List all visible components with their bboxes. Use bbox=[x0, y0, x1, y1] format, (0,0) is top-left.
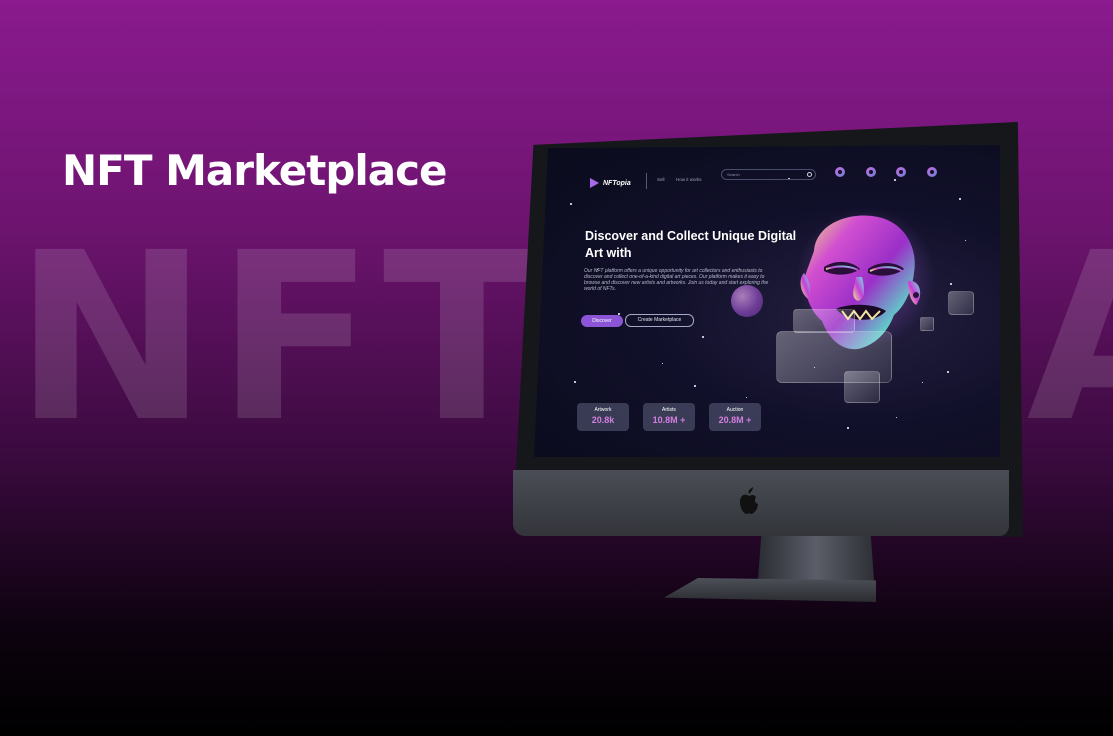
star bbox=[947, 371, 949, 373]
wallet-icon[interactable] bbox=[835, 167, 845, 177]
imac-screen: NFTopia Sell How it works Search Discove… bbox=[534, 145, 1000, 457]
star bbox=[847, 427, 849, 429]
star bbox=[574, 381, 576, 383]
stat-value: 20.8M + bbox=[718, 415, 752, 425]
stat-card-artwork: Artwork 20.8k bbox=[577, 403, 629, 431]
star bbox=[894, 179, 896, 181]
imac-chin bbox=[513, 470, 1009, 536]
star bbox=[896, 417, 897, 418]
search-icon[interactable] bbox=[807, 172, 812, 177]
glass-panel bbox=[844, 371, 880, 403]
star bbox=[702, 336, 704, 338]
page-headline: NFT Marketplace bbox=[62, 146, 448, 195]
create-marketplace-button[interactable]: Create Marketplace bbox=[625, 314, 694, 327]
star bbox=[662, 363, 663, 364]
glass-panel bbox=[948, 291, 974, 315]
star bbox=[965, 240, 966, 241]
decorative-orb bbox=[731, 285, 763, 317]
stat-label: Auction bbox=[726, 407, 744, 413]
star bbox=[922, 382, 923, 383]
cart-icon[interactable] bbox=[896, 167, 906, 177]
glass-panel bbox=[920, 317, 934, 331]
discover-button[interactable]: Discover bbox=[581, 315, 623, 327]
search-input[interactable]: Search bbox=[721, 169, 816, 180]
star bbox=[959, 198, 961, 200]
star bbox=[570, 203, 572, 205]
stat-label: Artists bbox=[662, 407, 676, 413]
apple-logo-icon bbox=[740, 487, 758, 514]
stat-card-auction: Auction 20.8M + bbox=[709, 403, 761, 431]
star bbox=[746, 397, 747, 398]
stat-label: Artwork bbox=[594, 407, 612, 413]
nav-link-sell[interactable]: Sell bbox=[657, 177, 665, 182]
play-logo-icon bbox=[590, 178, 599, 188]
nav-link-how-it-works[interactable]: How it works bbox=[676, 177, 702, 182]
star bbox=[950, 283, 952, 285]
nav-divider bbox=[646, 173, 647, 189]
star bbox=[694, 385, 696, 387]
imac-stand-foot bbox=[664, 578, 876, 602]
brand-name: NFTopia bbox=[603, 179, 631, 187]
notification-icon[interactable] bbox=[866, 167, 876, 177]
brand-logo[interactable]: NFTopia bbox=[590, 178, 631, 188]
stat-value: 10.8M + bbox=[652, 415, 686, 425]
hero-title: Discover and Collect Unique Digital Art … bbox=[585, 229, 797, 260]
stat-value: 20.8k bbox=[591, 415, 615, 425]
profile-icon[interactable] bbox=[927, 167, 937, 177]
stat-card-artists: Artists 10.8M + bbox=[643, 403, 695, 431]
glass-panel bbox=[793, 309, 855, 333]
search-placeholder: Search bbox=[727, 172, 740, 177]
